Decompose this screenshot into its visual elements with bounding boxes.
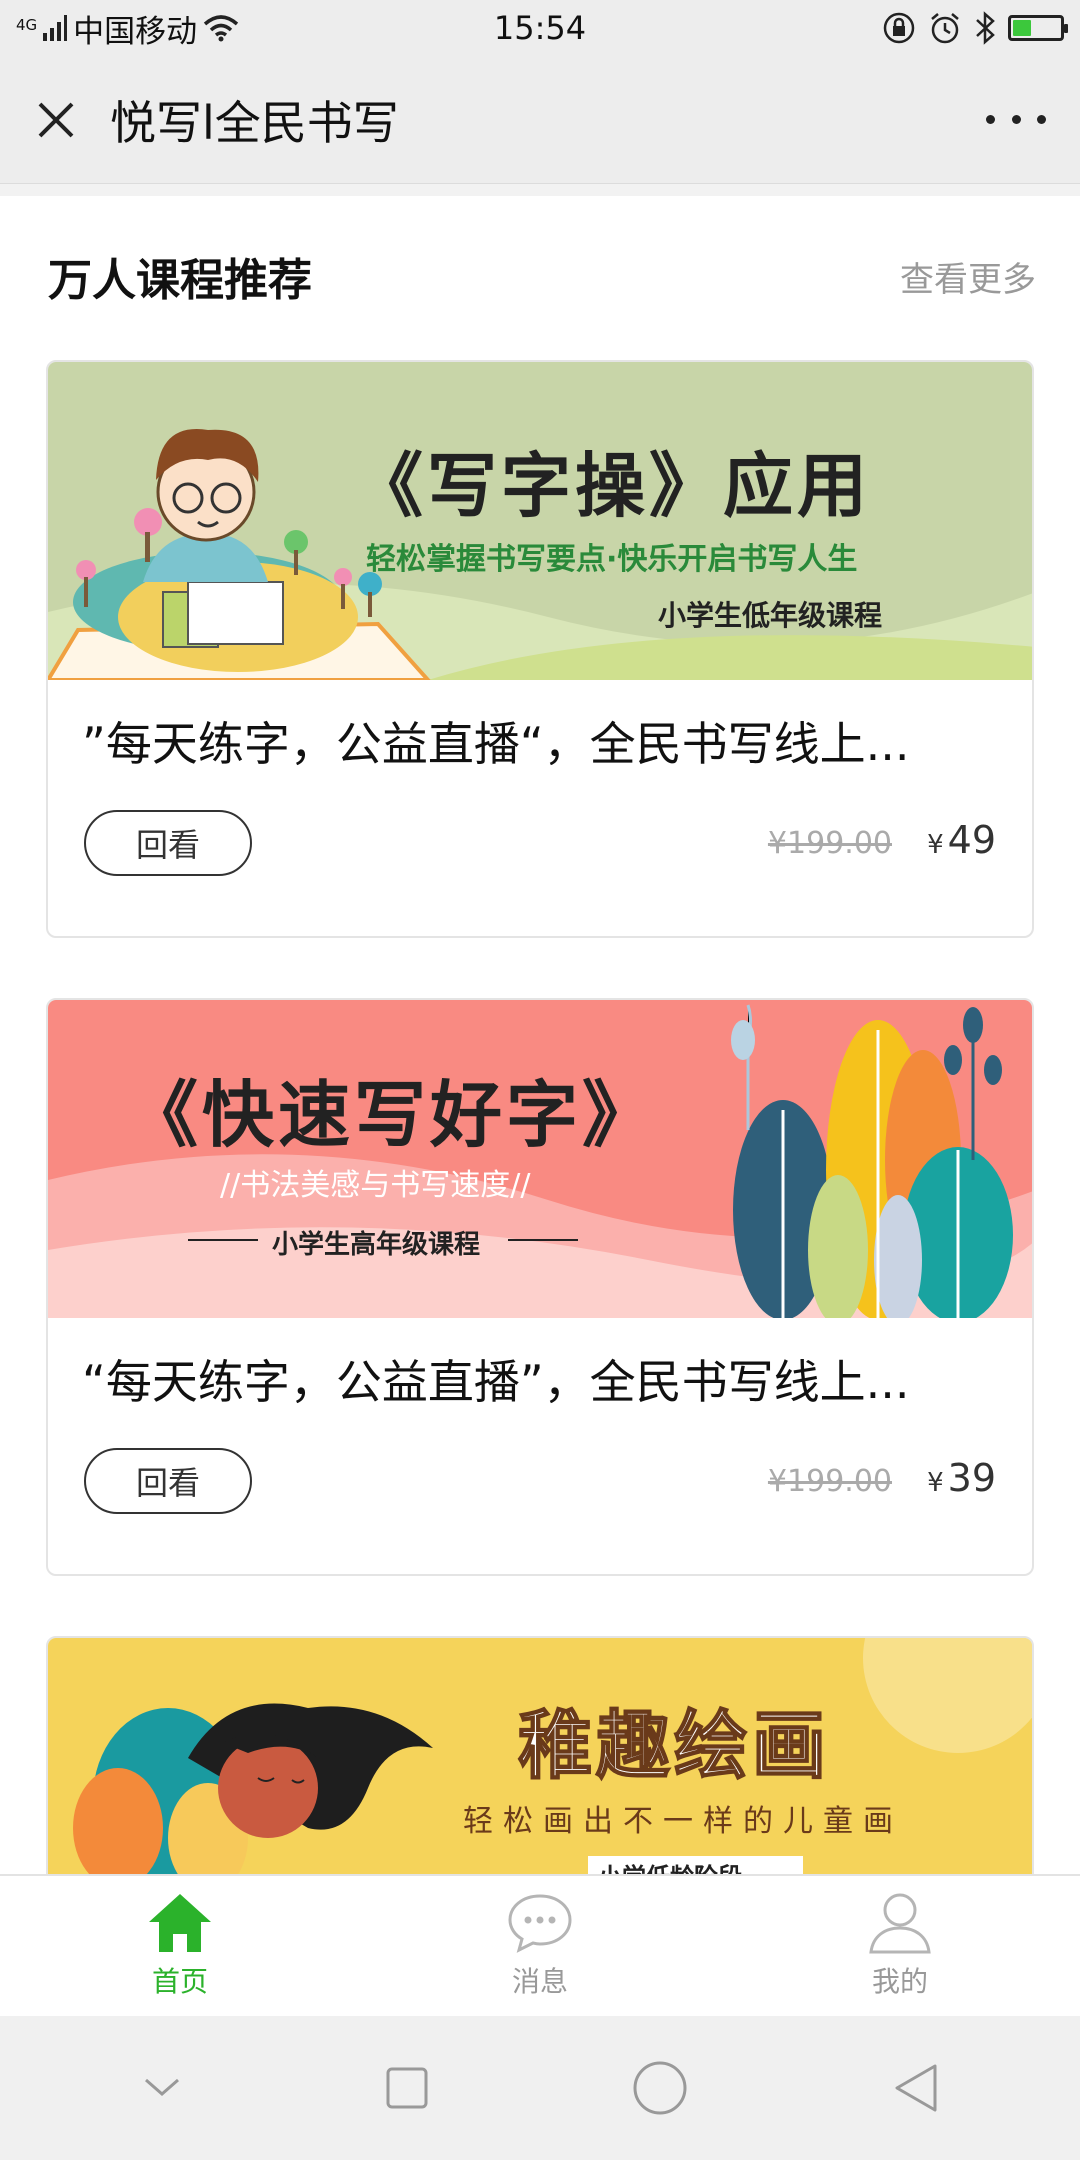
course-actions: 回看 ¥199.00 ¥49 — [48, 774, 1032, 884]
more-menu-button[interactable] — [986, 100, 1046, 140]
banner-tag: 小学生低年级课程 — [658, 599, 883, 632]
course-card[interactable]: 稚趣绘画 轻松画出不一样的儿童画 小学低龄阶段 — [46, 1636, 1034, 1874]
currency-symbol: ¥ — [927, 1468, 944, 1498]
back-icon[interactable] — [891, 2062, 939, 2114]
status-right — [882, 11, 1068, 45]
banner-title: 《写字操》应用 — [353, 445, 871, 527]
recent-apps-icon[interactable] — [385, 2066, 429, 2110]
bottom-tab-bar: 首页 消息 我的 — [0, 1874, 1080, 2016]
chevron-down-icon[interactable] — [142, 2076, 182, 2100]
tab-label: 首页 — [151, 1965, 208, 1998]
status-left: 4G 中国移动 — [16, 6, 239, 51]
sale-price: ¥49 — [927, 818, 996, 862]
more-dot-icon — [1037, 115, 1046, 124]
profile-icon — [869, 1893, 931, 1954]
course-title[interactable]: ”每天练字，公益直播“，全民书写线上... — [82, 708, 1002, 774]
more-dot-icon — [1011, 115, 1021, 124]
message-icon — [508, 1894, 572, 1953]
system-navigation-bar — [0, 2016, 1080, 2160]
banner-subtitle: 轻松画出不一样的儿童画 — [463, 1804, 903, 1839]
view-more-link[interactable]: 查看更多 — [900, 252, 1036, 301]
tab-label: 消息 — [511, 1965, 568, 1998]
close-icon — [38, 102, 74, 137]
tab-label: 我的 — [871, 1965, 928, 1998]
currency-symbol: ¥ — [927, 830, 944, 860]
carrier-name: 中国移动 — [73, 13, 198, 50]
status-bar: 4G 中国移动 15:54 — [0, 0, 1080, 56]
tab-messages[interactable]: 消息 — [360, 1876, 720, 2016]
banner-tag: 小学低龄阶段 — [598, 1857, 742, 1874]
divider — [0, 184, 1080, 196]
page-title: 悦写l全民书写 — [110, 95, 399, 150]
wifi-icon — [204, 15, 239, 42]
rotation-lock-icon — [883, 12, 915, 44]
banner-subtitle: 轻松掌握书写要点·快乐开启书写人生 — [366, 542, 858, 577]
course-card[interactable]: 《快速写好字》 //书法美感与书写速度// 小学生高年级课程 “每天练字，公益直… — [46, 998, 1034, 1576]
banner-subtitle: //书法美感与书写速度// — [220, 1168, 531, 1203]
price-value: 49 — [947, 818, 996, 862]
original-price: ¥199.00 — [767, 1464, 892, 1499]
replay-button[interactable]: 回看 — [84, 1448, 252, 1514]
network-type: 4G — [16, 15, 38, 34]
battery-icon — [1008, 15, 1068, 41]
sale-price: ¥39 — [927, 1456, 996, 1500]
section-title: 万人课程推荐 — [48, 255, 312, 306]
home-icon — [149, 1894, 211, 1952]
banner-title: 《快速写好字》 — [126, 1073, 659, 1157]
alarm-icon — [931, 13, 959, 44]
title-bar: 悦写l全民书写 — [0, 56, 1080, 184]
course-title[interactable]: “每天练字，公益直播”，全民书写线上... — [82, 1346, 1002, 1412]
course-banner[interactable]: 稚趣绘画 轻松画出不一样的儿童画 小学低龄阶段 — [48, 1638, 1032, 1874]
course-card[interactable]: 《写字操》应用 轻松掌握书写要点·快乐开启书写人生 小学生低年级课程 ”每天练字… — [46, 360, 1034, 938]
section-header: 万人课程推荐 查看更多 — [48, 244, 1036, 308]
tab-profile[interactable]: 我的 — [720, 1876, 1080, 2016]
course-banner[interactable]: 《写字操》应用 轻松掌握书写要点·快乐开启书写人生 小学生低年级课程 — [48, 362, 1032, 680]
home-button-icon[interactable] — [632, 2060, 688, 2116]
original-price: ¥199.00 — [767, 826, 892, 861]
signal-icon — [43, 15, 68, 41]
tab-home[interactable]: 首页 — [0, 1876, 360, 2016]
banner-title: 稚趣绘画 — [517, 1702, 830, 1790]
course-actions: 回看 ¥199.00 ¥39 — [48, 1412, 1032, 1522]
course-banner[interactable]: 《快速写好字》 //书法美感与书写速度// 小学生高年级课程 — [48, 1000, 1032, 1318]
close-button[interactable] — [28, 92, 84, 148]
replay-button[interactable]: 回看 — [84, 810, 252, 876]
price-value: 39 — [947, 1456, 996, 1500]
bluetooth-icon — [976, 11, 995, 45]
main-content[interactable]: 万人课程推荐 查看更多 《写字操》应用 轻松掌握书写要点·快乐开启书写人生 小学… — [0, 196, 1080, 1874]
more-dot-icon — [986, 115, 995, 124]
banner-tag: 小学生高年级课程 — [272, 1230, 481, 1260]
